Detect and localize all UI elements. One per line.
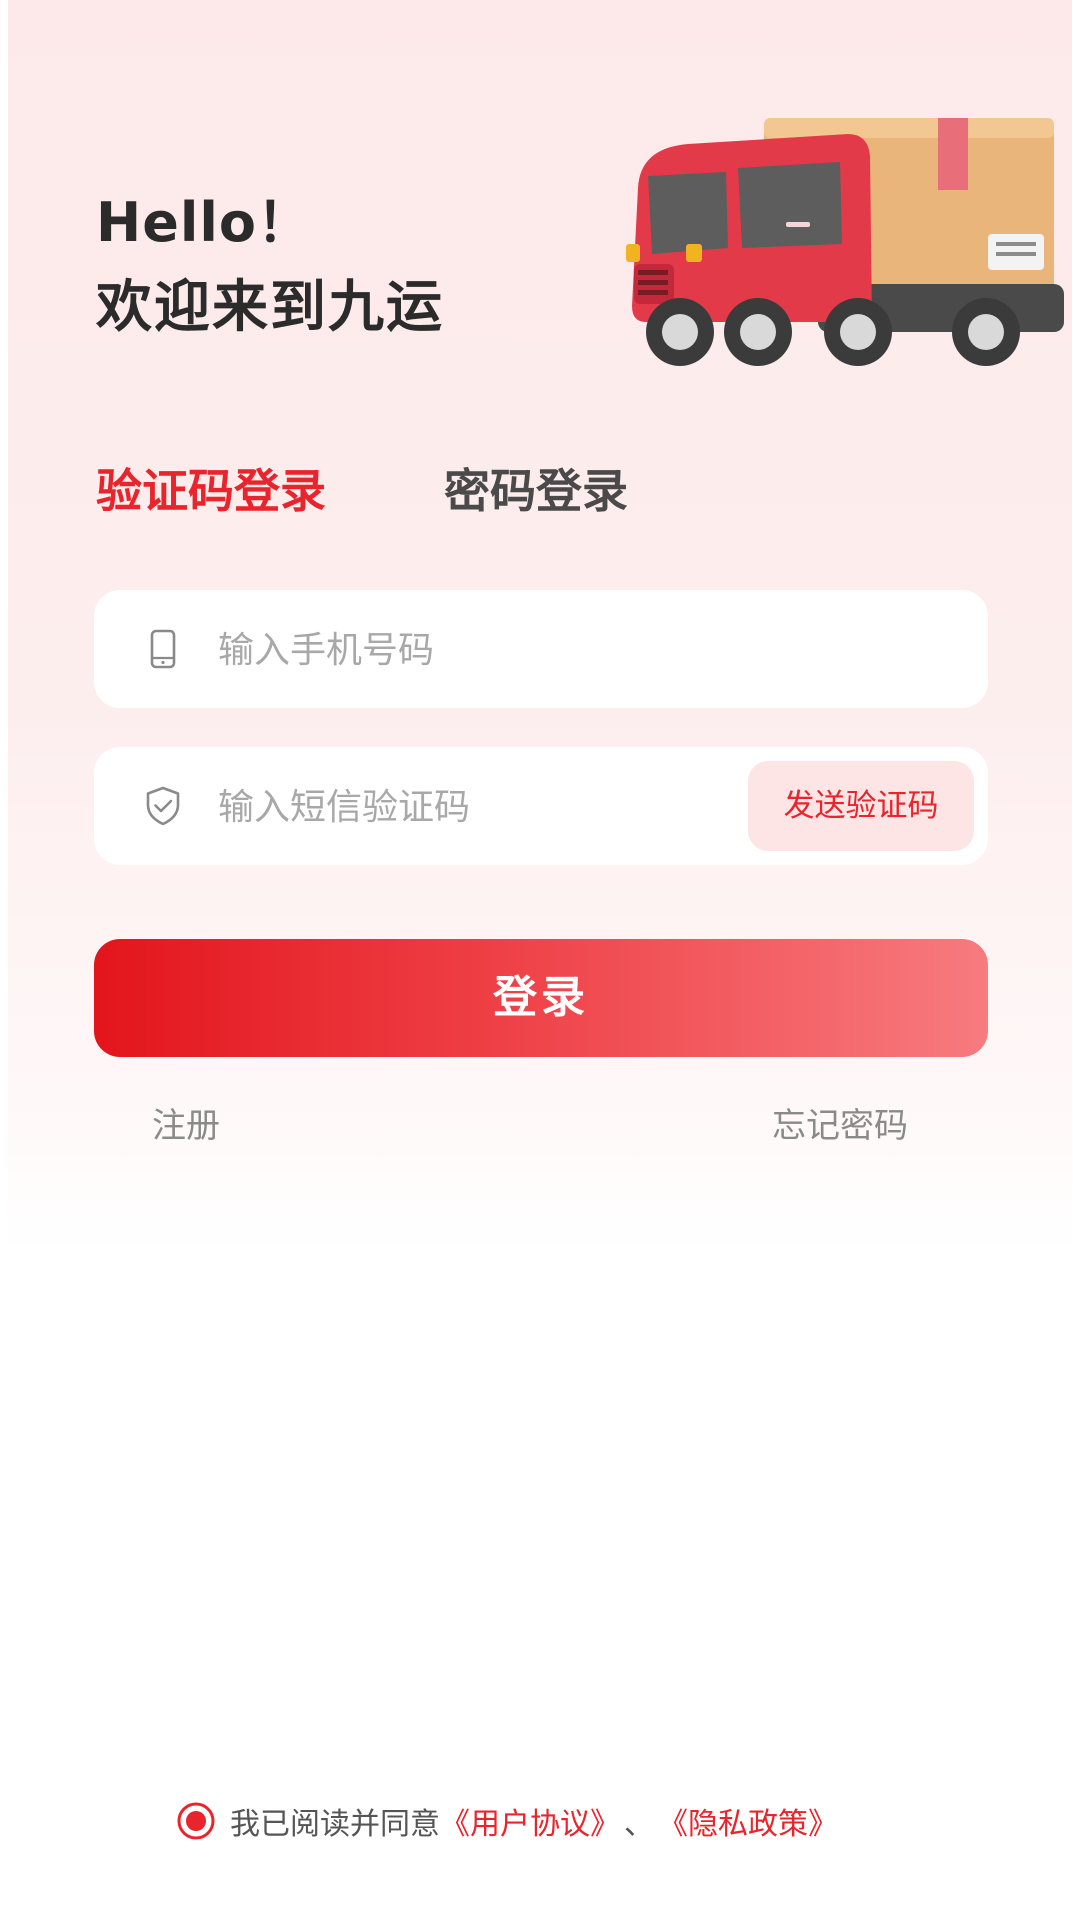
- phone-input[interactable]: [216, 620, 700, 680]
- sms-code-input[interactable]: [216, 777, 700, 837]
- greeting-welcome-title: 欢迎来到九运: [96, 275, 444, 340]
- phone-icon: [150, 629, 176, 669]
- greeting-hello: Hello！: [96, 191, 312, 254]
- agreement-separator: 、: [624, 1807, 654, 1842]
- login-page: Hello！ 欢迎来到九运 验证码登录 密码登录 输入手机号码 输入短信验证码 …: [8, 0, 1072, 1920]
- radio-checked-icon[interactable]: [176, 1801, 216, 1841]
- register-link[interactable]: 注册: [152, 1098, 220, 1147]
- agreement-text: 我已阅读并同意: [230, 1807, 440, 1842]
- phone-field: [94, 590, 988, 708]
- agreement-row: 我已阅读并同意 《用户协议》 、 《隐私政策》: [176, 1796, 838, 1846]
- delivery-truck-illustration: [626, 118, 1064, 366]
- forgot-password-link[interactable]: 忘记密码: [772, 1098, 908, 1147]
- sms-code-field: 发送验证码: [94, 747, 988, 865]
- user-agreement-link[interactable]: 《用户协议》: [440, 1799, 620, 1843]
- shield-check-icon: [146, 786, 180, 826]
- tab-sms-login[interactable]: 验证码登录: [96, 455, 326, 521]
- tab-password-login[interactable]: 密码登录: [444, 455, 628, 521]
- login-button[interactable]: 登录: [94, 939, 988, 1057]
- privacy-policy-link[interactable]: 《隐私政策》: [658, 1799, 838, 1843]
- send-code-button[interactable]: 发送验证码: [748, 761, 974, 851]
